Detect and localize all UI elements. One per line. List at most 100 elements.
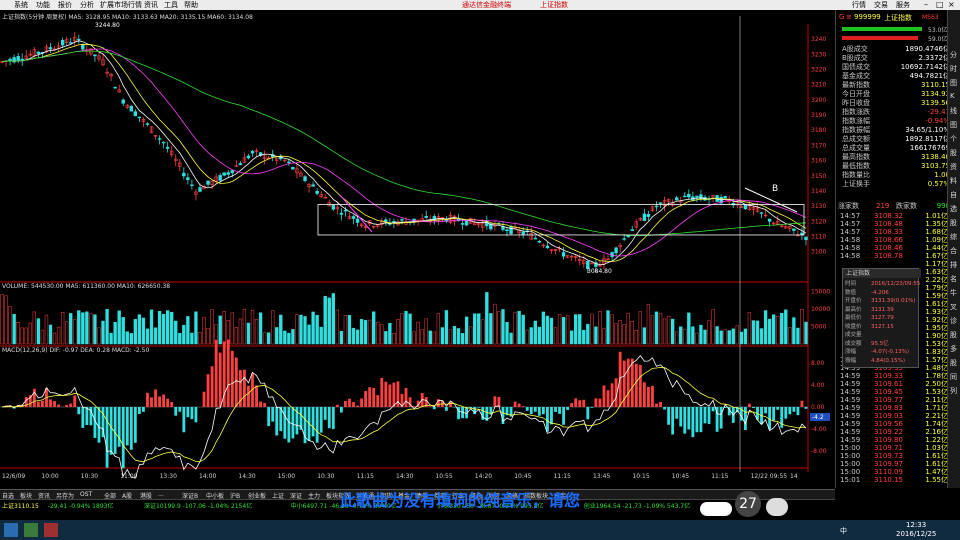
trade-price: 3109.45: [874, 388, 903, 396]
menu-item-ext-market[interactable]: 扩展市场行情: [100, 1, 142, 9]
index-quote[interactable]: 创业1964.54 -21.73 -1.09% 543.7亿: [584, 501, 690, 510]
sidebar-label[interactable]: 自: [950, 190, 957, 200]
menu-right-service[interactable]: 服务: [896, 1, 910, 9]
sidebar-label[interactable]: 列: [950, 386, 957, 396]
sidebar-label[interactable]: 线: [950, 106, 957, 116]
trade-row[interactable]: 14:59 3109.03 2.21亿: [840, 412, 948, 420]
sidebar-label[interactable]: 股: [950, 218, 957, 228]
trade-row[interactable]: 15:00 3109.97 1.61亿: [840, 460, 948, 468]
category-tab[interactable]: OST: [80, 491, 92, 498]
menu-item-help[interactable]: 帮助: [184, 1, 198, 9]
menu-item-quote[interactable]: 报价: [58, 1, 72, 9]
close-icon[interactable]: ×: [948, 1, 955, 9]
candle-body: [537, 241, 542, 243]
annotation-arrow: [744, 187, 798, 213]
trade-row[interactable]: 14:59 3109.83 1.71亿: [840, 404, 948, 412]
trade-row[interactable]: 14:59 3109.77 2.11亿: [840, 396, 948, 404]
clock-date[interactable]: 2016/12/25: [896, 530, 936, 538]
sidebar-label[interactable]: 叉: [950, 302, 957, 312]
menu-item-analysis[interactable]: 分析: [80, 1, 94, 9]
volume-bar: [307, 324, 311, 345]
sidebar-label[interactable]: 分: [950, 50, 957, 60]
trade-row[interactable]: 15:00 3110.09 1.47亿: [840, 468, 948, 476]
stat-row: 总成交额 1892.8117亿: [838, 135, 950, 143]
taskbar-app-icon[interactable]: [24, 523, 38, 537]
sidebar-label[interactable]: 合: [950, 246, 957, 256]
volume-bar: [4, 295, 8, 345]
candle-body: [533, 237, 538, 240]
menu-right-quote[interactable]: 行情: [852, 1, 866, 9]
volume-bar: [642, 327, 647, 345]
sidebar-label[interactable]: 选: [950, 204, 957, 214]
chart-area[interactable]: 3240 3230 3220 3210 3200 3190 3180 3170 3160 3150…: [0, 10, 835, 480]
function-sidebar: 分时图K线图个股资料自选股综合排名牛叉诊股多股同列: [947, 10, 960, 488]
trade-row[interactable]: 14:58 3108.46 1.44亿: [840, 244, 948, 252]
trade-row[interactable]: 14:59 3109.80 1.22亿: [840, 436, 948, 444]
stat-row: 国债成交 10692.7142亿: [838, 63, 950, 71]
trade-row[interactable]: 14:58 3108.66 1.09亿: [840, 236, 948, 244]
index-quote[interactable]: -29.41 -0.94% 1893亿: [48, 501, 114, 510]
volume-bar: [634, 329, 638, 345]
sidebar-label[interactable]: 综: [950, 232, 957, 242]
trade-row[interactable]: 14:59 3109.56 1.74亿: [840, 420, 948, 428]
candle-body: [804, 236, 808, 241]
taskbar-app2-icon[interactable]: [44, 523, 58, 537]
trade-row[interactable]: 14:59 3109.61 2.50亿: [840, 380, 948, 388]
category-tab[interactable]: ...: [158, 491, 164, 498]
panel-menu-icon[interactable]: ≡: [846, 13, 852, 21]
volume-bar: [56, 326, 61, 345]
volume-bar: [428, 330, 432, 345]
menu-item-system[interactable]: 系统: [14, 1, 28, 9]
tooltip-label: 成交量: [845, 332, 862, 338]
sidebar-label[interactable]: 股: [950, 358, 957, 368]
stat-label: 指数涨跌: [842, 108, 870, 116]
trade-row[interactable]: 15:01 3110.15 1.55亿: [840, 476, 948, 484]
trade-row[interactable]: 14:59 3109.33 1.78亿: [840, 372, 948, 380]
trade-row[interactable]: 14:59 3109.45 1.53亿: [840, 388, 948, 396]
menu-item-function[interactable]: 功能: [36, 1, 50, 9]
progress-bubble[interactable]: 27: [735, 491, 761, 517]
sidebar-label[interactable]: 同: [950, 372, 957, 382]
index-quote[interactable]: 深证10199.9 -107.06 -1.04% 2154亿: [144, 501, 252, 510]
volume-bar: [396, 318, 400, 345]
sidebar-label[interactable]: 图: [950, 120, 957, 130]
start-icon[interactable]: [4, 523, 18, 537]
minimize-icon[interactable]: –: [924, 1, 928, 9]
sidebar-label[interactable]: 多: [950, 344, 957, 354]
trade-row[interactable]: 14:57 3108.32 1.01亿: [840, 212, 948, 220]
sidebar-label[interactable]: 排: [950, 260, 957, 270]
sidebar-label[interactable]: K: [950, 92, 955, 100]
sidebar-label[interactable]: 资: [950, 162, 957, 172]
volume-bar: [493, 303, 497, 345]
menu-item-news[interactable]: 资讯: [144, 1, 158, 9]
menu-item-tools[interactable]: 工具: [164, 1, 178, 9]
volume-bar: [723, 329, 727, 345]
lang-indicator[interactable]: 中: [840, 526, 847, 536]
trade-row[interactable]: 1.17亿: [840, 260, 948, 268]
trade-row[interactable]: 14:57 3108.48 1.35亿: [840, 220, 948, 228]
clock-time[interactable]: 12:33: [906, 521, 926, 529]
trade-row[interactable]: 14:59 3109.22 2.16亿: [840, 428, 948, 436]
kline-chart[interactable]: 3240 3230 3220 3210 3200 3190 3180 3170 3160 3150…: [0, 10, 835, 480]
volume-bar: [275, 327, 279, 345]
menu-right-trade[interactable]: 交易: [874, 1, 888, 9]
cloud-icon: [766, 498, 788, 516]
sidebar-label[interactable]: 牛: [950, 288, 957, 298]
trade-row[interactable]: 15:00 3109.71 1.03亿: [840, 444, 948, 452]
trade-row[interactable]: 14:57 3108.33 1.68亿: [840, 228, 948, 236]
sidebar-label[interactable]: 料: [950, 176, 957, 186]
sidebar-label[interactable]: 股: [950, 330, 957, 340]
volume-bar: [93, 314, 97, 345]
maximize-icon[interactable]: □: [936, 1, 944, 9]
sidebar-label[interactable]: 诊: [950, 316, 957, 326]
sidebar-label[interactable]: 名: [950, 274, 957, 284]
trade-row[interactable]: 15:00 3109.73 1.61亿: [840, 452, 948, 460]
sidebar-label[interactable]: 时: [950, 64, 957, 74]
sidebar-label[interactable]: 图: [950, 78, 957, 88]
index-quote[interactable]: 上证3110.15: [2, 501, 39, 510]
trade-row[interactable]: 14:58 3108.78 1.67亿: [840, 252, 948, 260]
sidebar-label[interactable]: 股: [950, 148, 957, 158]
sidebar-label[interactable]: 个: [950, 134, 957, 144]
stat-value: 2.3372亿: [918, 54, 951, 62]
candle-body: [658, 202, 663, 204]
